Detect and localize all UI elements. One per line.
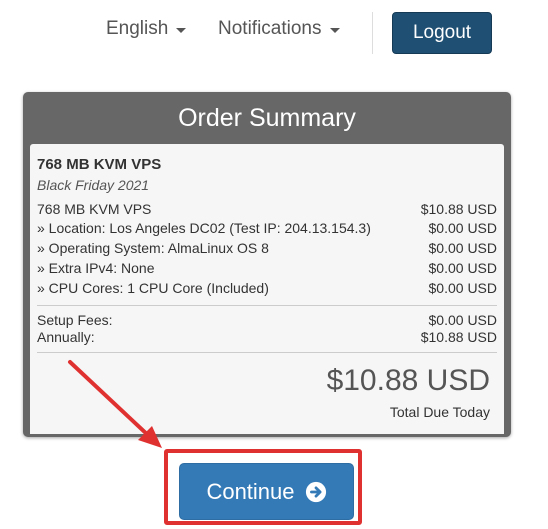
continue-label: Continue	[206, 478, 295, 504]
line-item: » Location: Los Angeles DC02 (Test IP: 2…	[37, 220, 497, 240]
top-navigation: English Notifications Logout	[0, 0, 548, 70]
divider	[37, 305, 497, 306]
line-item: 768 MB KVM VPS $10.88 USD	[37, 201, 497, 221]
line-item: » CPU Cores: 1 CPU Core (Included) $0.00…	[37, 280, 497, 300]
line-item-price: $10.88 USD	[420, 201, 497, 217]
product-group: Black Friday 2021	[37, 177, 150, 193]
order-summary-panel: Order Summary 768 MB KVM VPS Black Frida…	[23, 92, 511, 437]
product-name: 768 MB KVM VPS	[37, 156, 162, 173]
line-item-label: 768 MB KVM VPS	[37, 201, 152, 217]
divider	[37, 352, 497, 353]
order-summary-body: 768 MB KVM VPS Black Friday 2021 768 MB …	[30, 144, 504, 434]
fee-label: Annually:	[37, 329, 95, 345]
caret-down-icon	[176, 28, 187, 33]
line-item-price: $0.00 USD	[428, 280, 497, 296]
continue-button[interactable]: Continue	[179, 463, 354, 520]
caret-down-icon	[329, 28, 340, 33]
line-item-price: $0.00 USD	[428, 260, 497, 276]
nav-divider	[372, 12, 373, 54]
fee-price: $10.88 USD	[420, 329, 497, 345]
language-label: English	[106, 18, 169, 39]
order-summary-title: Order Summary	[178, 103, 356, 132]
line-item-label: » Extra IPv4: None	[37, 260, 155, 276]
logout-button[interactable]: Logout	[392, 12, 492, 54]
line-item-label: » Operating System: AlmaLinux OS 8	[37, 240, 269, 256]
arrow-circle-right-icon	[305, 481, 327, 503]
total-amount: $10.88 USD	[326, 364, 490, 397]
total-label: Total Due Today	[389, 404, 490, 420]
line-item-label: » Location: Los Angeles DC02 (Test IP: 2…	[37, 220, 371, 236]
line-item-price: $0.00 USD	[428, 220, 497, 236]
line-item-label: » CPU Cores: 1 CPU Core (Included)	[37, 280, 269, 296]
fee-row: Annually: $10.88 USD	[37, 329, 497, 349]
line-item: » Extra IPv4: None $0.00 USD	[37, 260, 497, 280]
language-dropdown[interactable]: English	[106, 18, 187, 40]
line-item-price: $0.00 USD	[428, 240, 497, 256]
notifications-dropdown[interactable]: Notifications	[218, 18, 340, 40]
line-item: » Operating System: AlmaLinux OS 8 $0.00…	[37, 240, 497, 260]
notifications-label: Notifications	[218, 18, 322, 39]
